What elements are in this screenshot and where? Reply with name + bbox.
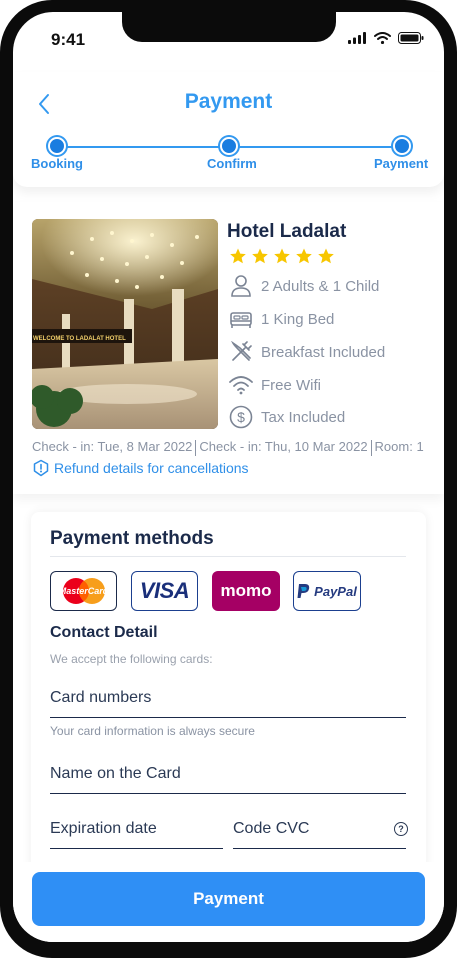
paypal-icon [297, 584, 310, 598]
wifi-status-icon [374, 32, 391, 44]
momo-option[interactable]: momo [212, 571, 280, 611]
momo-label: momo [220, 581, 272, 600]
help-icon[interactable]: ? [394, 822, 408, 836]
card-security-hint: Your card information is always secure [50, 724, 255, 738]
mastercard-label: MasterCard [58, 586, 109, 596]
amenity-breakfast-label: Breakfast Included [261, 343, 386, 361]
star-rating [229, 247, 335, 265]
step-label-booking[interactable]: Booking [31, 156, 83, 171]
star-icon [230, 248, 246, 264]
step-label-payment[interactable]: Payment [374, 156, 428, 171]
wifi-icon [229, 373, 253, 397]
step-connector [64, 146, 227, 148]
phone-frame: 9:41 Payment Booking Confirm Payment WEL… [0, 0, 457, 958]
person-icon [229, 274, 253, 298]
hotel-name: Hotel Ladalat [227, 221, 347, 242]
expiration-date-label: Expiration date [50, 820, 157, 837]
amenity-guests: 2 Adults & 1 Child [229, 274, 379, 298]
hotel-photo-sign: WELCOME TO LADALAT HOTEL [33, 336, 126, 342]
refund-details-link[interactable]: Refund details for cancellations [32, 459, 249, 477]
hotel-photo: WELCOME TO LADALAT HOTEL [32, 219, 218, 429]
payment-submit-button[interactable]: Payment [32, 872, 425, 926]
dollar-circle-icon: $ [229, 405, 253, 429]
status-time: 9:41 [51, 30, 86, 49]
refund-link-label: Refund details for cancellations [54, 460, 249, 476]
amenity-wifi: Free Wifi [229, 373, 321, 397]
step-label-confirm[interactable]: Confirm [207, 156, 257, 171]
stay-dates: Check - in: Tue, 8 Mar 2022 Check - in: T… [32, 439, 424, 456]
step-connector [237, 146, 400, 148]
amenity-tax-label: Tax Included [261, 408, 346, 426]
check-in-date: Check - in: Tue, 8 Mar 2022 [32, 439, 193, 454]
cellular-signal-icon [348, 32, 366, 44]
step-dot-confirm [220, 137, 238, 155]
mastercard-option[interactable]: MasterCard [50, 571, 117, 611]
amenity-breakfast: Breakfast Included [229, 340, 385, 364]
amenity-tax: $ Tax Included [229, 405, 345, 429]
screen: 9:41 Payment Booking Confirm Payment WEL… [13, 12, 444, 942]
payment-methods-title: Payment methods [50, 528, 214, 549]
card-name-label: Name on the Card [50, 765, 181, 782]
cvc-label: Code CVC [233, 820, 310, 837]
check-out-date: Check - in: Thu, 10 Mar 2022 [199, 439, 368, 454]
card-number-label: Card numbers [50, 689, 152, 706]
status-icons [348, 32, 424, 44]
bed-icon [229, 307, 253, 331]
contact-detail-title: Contact Detail [50, 624, 158, 641]
star-icon [252, 248, 268, 264]
amenity-bed-label: 1 King Bed [261, 310, 335, 328]
svg-text:$: $ [237, 409, 245, 425]
info-shield-icon [33, 459, 49, 477]
step-dot-payment [393, 137, 411, 155]
accepted-cards-note: We accept the following cards: [50, 652, 213, 666]
amenity-wifi-label: Free Wifi [261, 376, 321, 394]
room-count: Room: 1 [374, 439, 424, 454]
cutlery-icon [229, 340, 253, 364]
divider [50, 556, 406, 557]
star-icon [296, 248, 312, 264]
amenity-bed: 1 King Bed [229, 307, 334, 331]
step-dot-booking [48, 137, 66, 155]
page-title: Payment [184, 90, 273, 113]
visa-label: VISA [139, 578, 190, 603]
battery-icon [398, 32, 424, 44]
amenity-guests-label: 2 Adults & 1 Child [261, 277, 380, 295]
paypal-label: PayPal [314, 583, 357, 599]
star-icon [274, 248, 290, 264]
paypal-option[interactable]: PayPal [293, 571, 361, 611]
notch [122, 12, 336, 42]
star-icon [318, 248, 334, 264]
visa-option[interactable]: VISA [131, 571, 198, 611]
